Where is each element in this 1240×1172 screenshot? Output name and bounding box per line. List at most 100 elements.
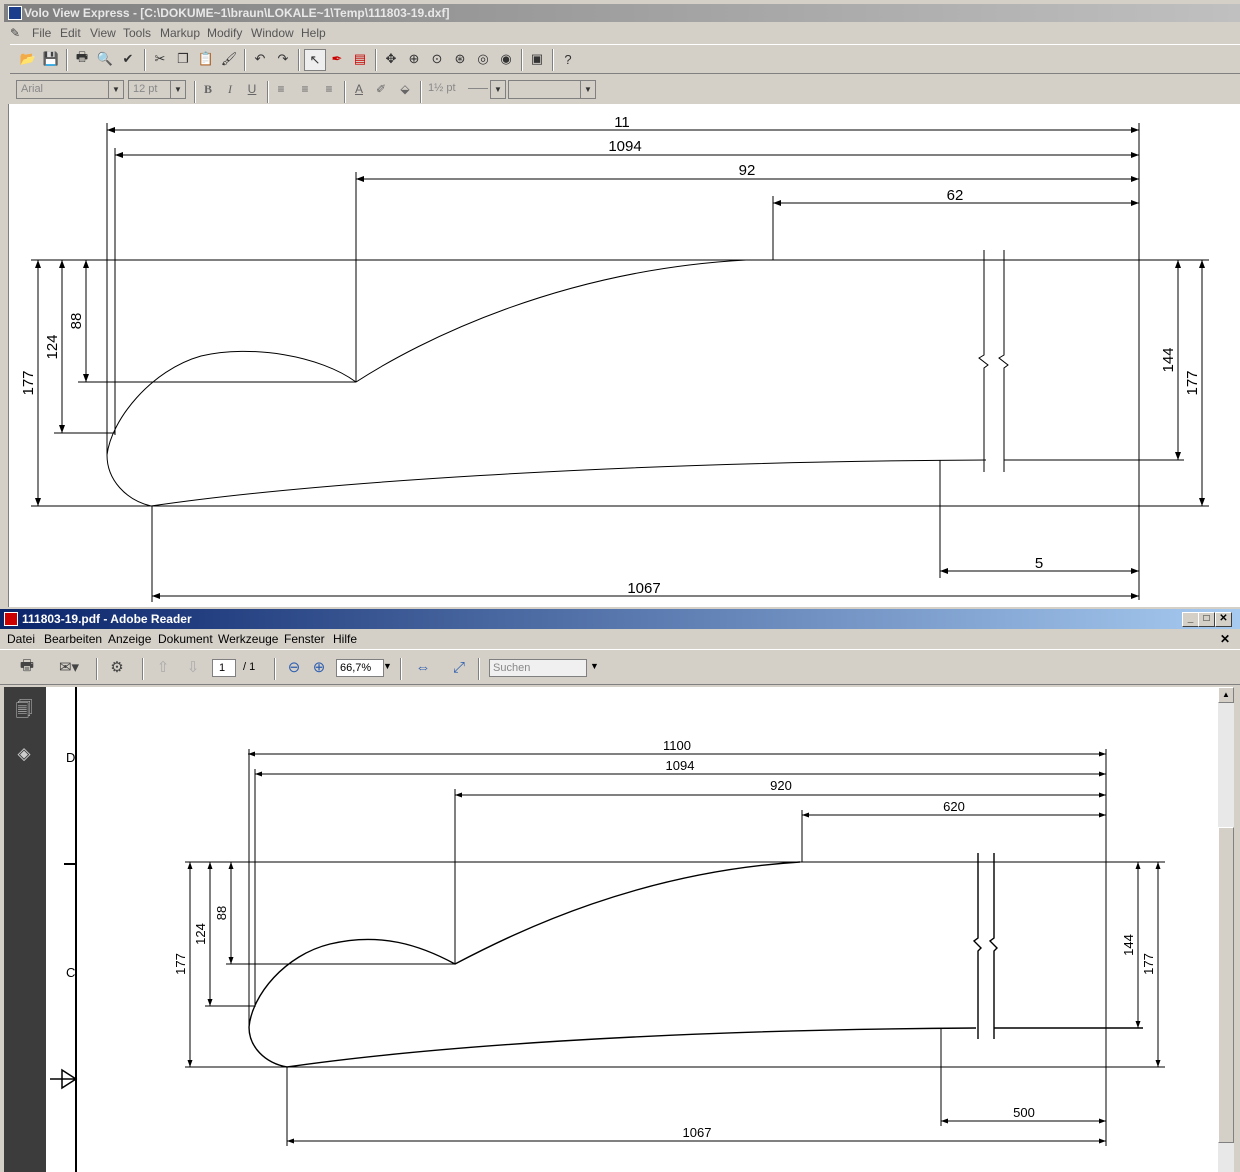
break-line-right [998,250,1009,472]
menu-modify[interactable]: Modify [207,26,242,40]
scrollbar-thumb[interactable] [1218,827,1234,1143]
menu-bearbeiten[interactable]: Bearbeiten [44,632,102,646]
markup-pen-icon[interactable]: ✒ [327,49,347,69]
paste-icon[interactable]: 📋 [196,49,216,69]
zoom-level-input[interactable]: 66,7% [336,659,384,677]
line-color-icon[interactable]: ✐ [372,82,390,98]
chevron-down-icon[interactable]: ▼ [490,80,506,99]
dim-text: 1094 [666,758,695,773]
document-view[interactable]: D C 1100 1094 920 620 177 124 88 144 177… [46,687,1218,1172]
print-icon[interactable]: 🖶 [16,657,38,677]
volo-drawing-canvas[interactable]: 11 1094 92 62 177 124 88 144 177 5 1067 [8,104,1240,607]
previous-page-icon[interactable]: ⇧ [152,657,174,677]
line-weight-select[interactable]: 1½ pt ▼ [424,80,506,99]
bold-icon[interactable]: B [199,82,217,98]
chevron-down-icon[interactable]: ▼ [590,661,599,671]
volo-window-title: Volo View Express - [C:\DOKUME~1\braun\L… [24,6,450,20]
toolbar-separator [478,658,480,680]
menu-window[interactable]: Window [251,26,294,40]
menu-anzeige[interactable]: Anzeige [108,632,151,646]
menu-werkzeuge[interactable]: Werkzeuge [218,632,278,646]
zoom-extents-icon[interactable]: ◉ [496,49,516,69]
pages-icon[interactable]: 🗐 [13,699,35,721]
copy-icon[interactable]: ❐ [173,49,193,69]
properties-icon[interactable]: ▣ [527,49,547,69]
break-line-right [988,853,998,1039]
volo-app-icon[interactable] [8,6,22,20]
fit-width-icon[interactable]: ⇔ [412,657,434,677]
pdf-icon[interactable] [4,612,18,626]
close-icon[interactable]: ✕ [1215,612,1232,627]
align-right-icon[interactable]: ≡ [320,82,338,98]
redo-icon[interactable]: ↷ [273,49,293,69]
frame-zone-label: D [66,750,75,765]
text-box-icon[interactable]: ▤ [350,49,370,69]
page-number-input[interactable]: 1 [212,659,236,677]
document-icon[interactable]: ✎ [10,26,24,40]
dim-text: 177 [1184,370,1201,395]
dim-text: 620 [943,799,965,814]
menu-fenster[interactable]: Fenster [284,632,325,646]
menu-markup[interactable]: Markup [160,26,200,40]
zoom-window-icon[interactable]: ⊙ [427,49,447,69]
zoom-realtime-icon[interactable]: ⊕ [404,49,424,69]
font-name-select[interactable]: Arial ▼ [16,80,124,99]
vertical-scrollbar[interactable]: ▲ [1218,687,1234,1172]
line-style-select[interactable]: ▼ [508,80,596,99]
email-icon[interactable]: ✉▾ [52,657,86,677]
volo-title-bar[interactable]: Volo View Express - [C:\DOKUME~1\braun\L… [4,4,1240,22]
open-icon[interactable]: 📂 [18,49,38,69]
undo-icon[interactable]: ↶ [250,49,270,69]
italic-icon[interactable]: I [221,82,239,98]
zoom-in-icon[interactable]: ⊛ [450,49,470,69]
chevron-down-icon[interactable]: ▼ [108,81,123,98]
select-arrow-icon[interactable]: ↖ [304,49,326,71]
menu-view[interactable]: View [90,26,116,40]
profile-upper-curve [106,259,747,456]
underline-icon[interactable]: U [243,82,261,98]
font-color-icon[interactable]: A [350,82,368,98]
menu-file[interactable]: File [32,26,51,40]
maximize-icon[interactable]: □ [1198,612,1215,627]
spell-check-icon[interactable]: ✔ [118,49,138,69]
zoom-out-icon[interactable]: ⊖ [283,657,305,677]
layers-icon[interactable]: ◈ [13,743,35,765]
format-painter-icon[interactable]: 🖌 [219,49,239,69]
chevron-down-icon[interactable]: ▼ [383,661,392,671]
zoom-in-icon[interactable]: ⊕ [308,657,330,677]
zoom-previous-icon[interactable]: ◎ [473,49,493,69]
chevron-down-icon[interactable]: ▼ [170,81,185,98]
close-document-icon[interactable]: ✕ [1220,632,1230,646]
search-input[interactable]: Suchen [489,659,587,677]
align-center-icon[interactable]: ≡ [296,82,314,98]
pdf-drawing: D C 1100 1094 920 620 177 124 88 144 177… [50,687,1165,1172]
line-sample [468,88,488,89]
dim-text: 500 [1013,1105,1035,1120]
menu-edit[interactable]: Edit [60,26,81,40]
cut-icon[interactable]: ✂ [150,49,170,69]
dim-text: 1100 [663,738,691,753]
menu-help[interactable]: Help [301,26,326,40]
toolbar-separator [96,658,98,680]
menu-datei[interactable]: Datei [7,632,35,646]
align-left-icon[interactable]: ≡ [272,82,290,98]
font-size-select[interactable]: 12 pt ▼ [128,80,186,99]
save-icon[interactable]: 💾 [41,49,61,69]
menu-tools[interactable]: Tools [123,26,151,40]
menu-hilfe[interactable]: Hilfe [333,632,357,646]
minimize-icon[interactable]: _ [1182,612,1199,627]
print-icon[interactable]: 🖶 [72,49,92,69]
reader-window-title: 111803-19.pdf - Adobe Reader [22,612,192,626]
fill-color-icon[interactable]: ⬙ [396,82,414,98]
reader-title-bar[interactable]: 111803-19.pdf - Adobe Reader _ □ ✕ [0,609,1240,629]
next-page-icon[interactable]: ⇩ [182,657,204,677]
print-preview-icon[interactable]: 🔍 [95,49,115,69]
fit-page-icon[interactable]: ⤢ [448,657,470,677]
dim-text: 144 [1121,934,1136,956]
pan-icon[interactable]: ✥ [381,49,401,69]
chevron-down-icon[interactable]: ▼ [580,81,595,98]
menu-dokument[interactable]: Dokument [158,632,213,646]
scroll-up-icon[interactable]: ▲ [1218,687,1234,703]
whats-this-help-icon[interactable]: ? [558,49,578,69]
search-collab-icon[interactable]: ⚙ [106,657,128,677]
